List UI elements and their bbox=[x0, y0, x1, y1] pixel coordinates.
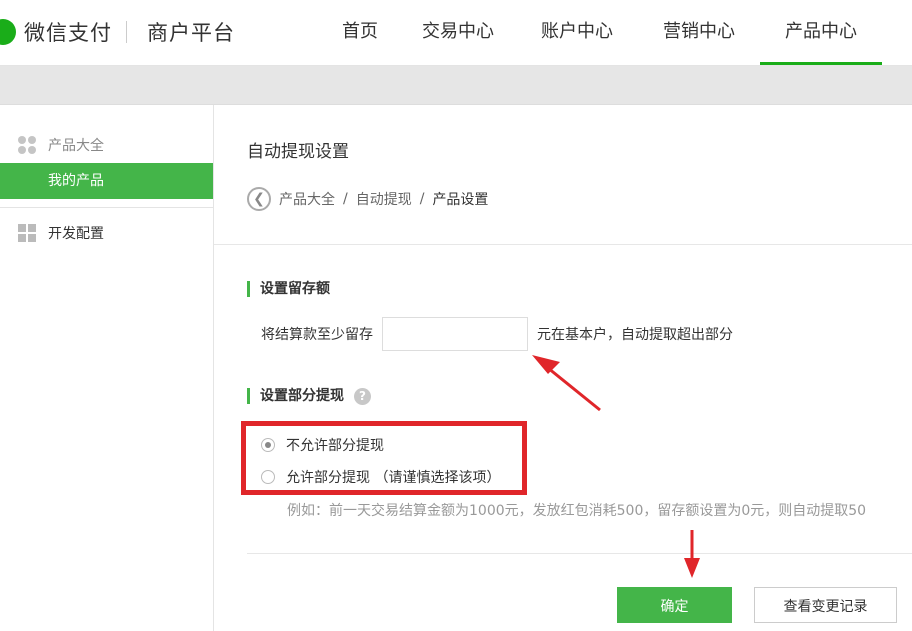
breadcrumb-current: 产品设置 bbox=[432, 192, 489, 208]
annotation-highlight-box bbox=[241, 421, 527, 495]
sidebar-item-my-products[interactable]: 我的产品 bbox=[0, 163, 213, 199]
nav-transactions[interactable]: 交易中心 bbox=[400, 0, 516, 65]
section-title-reserve: 设置留存额 bbox=[247, 281, 330, 297]
product-grid-icon bbox=[18, 136, 36, 154]
nav-marketing[interactable]: 营销中心 bbox=[638, 0, 760, 65]
help-icon[interactable]: ? bbox=[354, 387, 371, 405]
reserve-prefix-label: 将结算款至少留存 bbox=[261, 327, 373, 343]
nav-home[interactable]: 首页 bbox=[320, 0, 400, 65]
sub-header-bar bbox=[0, 66, 912, 105]
reserve-suffix-label: 元在基本户，自动提取超出部分 bbox=[537, 327, 733, 343]
logo[interactable]: 微信支付 商户平台 bbox=[0, 16, 235, 48]
breadcrumb: ❮ 产品大全 / 自动提现 / 产品设置 bbox=[247, 187, 488, 211]
main-nav: 首页 交易中心 账户中心 营销中心 产品中心 bbox=[320, 0, 882, 65]
dev-config-icon bbox=[18, 224, 36, 242]
view-history-button[interactable]: 查看变更记录 bbox=[754, 587, 897, 623]
reserve-amount-input[interactable] bbox=[382, 317, 528, 351]
sidebar-group-products[interactable]: 产品大全 bbox=[18, 135, 104, 155]
wechat-pay-logo-icon bbox=[0, 19, 18, 45]
reserve-row: 将结算款至少留存 元在基本户，自动提取超出部分 bbox=[261, 317, 733, 351]
platform-text: 商户平台 bbox=[147, 21, 235, 45]
breadcrumb-separator: / bbox=[419, 191, 425, 207]
breadcrumb-separator: / bbox=[343, 191, 348, 207]
logo-separator bbox=[126, 21, 127, 43]
page-title: 自动提现设置 bbox=[247, 142, 349, 162]
section-title-partial: 设置部分提现 ? bbox=[247, 387, 371, 405]
sidebar-group-label: 产品大全 bbox=[48, 138, 104, 154]
top-navigation: 微信支付 商户平台 首页 交易中心 账户中心 营销中心 产品中心 bbox=[0, 0, 912, 66]
footer-divider bbox=[247, 553, 912, 554]
example-hint: 例如：前一天交易结算金额为1000元，发放红包消耗500，留存额设置为0元，则自… bbox=[287, 503, 867, 519]
main-content: 自动提现设置 ❮ 产品大全 / 自动提现 / 产品设置 设置留存额 将结算款至少… bbox=[214, 105, 912, 631]
confirm-button[interactable]: 确定 bbox=[617, 587, 732, 623]
breadcrumb-item[interactable]: 产品大全 bbox=[279, 189, 335, 209]
section-title-text: 设置部分提现 bbox=[260, 388, 344, 404]
nav-account[interactable]: 账户中心 bbox=[516, 0, 638, 65]
sidebar-item-label: 我的产品 bbox=[48, 173, 104, 189]
sidebar-divider bbox=[0, 207, 213, 208]
sidebar: 产品大全 我的产品 开发配置 bbox=[0, 105, 214, 631]
back-arrow-icon[interactable]: ❮ bbox=[247, 187, 271, 211]
header-divider bbox=[214, 244, 912, 245]
nav-products[interactable]: 产品中心 bbox=[760, 0, 882, 65]
sidebar-item-dev-config[interactable]: 开发配置 bbox=[18, 223, 104, 243]
sidebar-item-label: 开发配置 bbox=[48, 226, 104, 242]
breadcrumb-item[interactable]: 自动提现 bbox=[356, 189, 412, 209]
logo-text: 微信支付 bbox=[24, 21, 112, 45]
